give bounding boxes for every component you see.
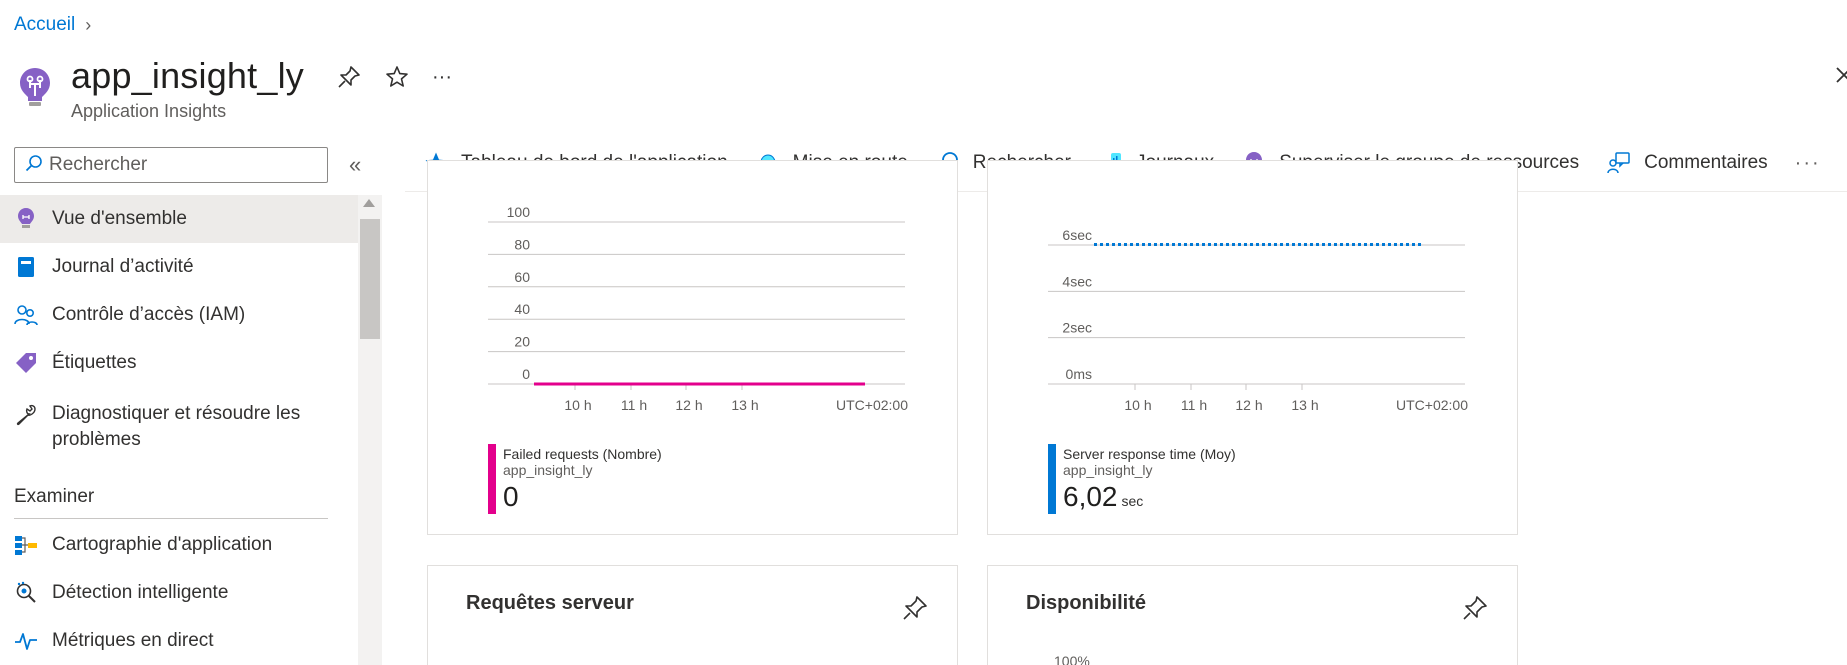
timezone-label: UTC+02:00	[836, 397, 908, 413]
chevron-right-icon: ›	[85, 14, 92, 35]
scroll-thumb[interactable]	[360, 219, 380, 339]
search-input[interactable]	[49, 154, 319, 176]
x-tick-label: 13 h	[1291, 397, 1318, 413]
tag-icon	[14, 351, 38, 375]
pin-icon[interactable]	[1461, 594, 1489, 622]
breadcrumb: Accueil ›	[14, 14, 91, 36]
legend-color-bar	[488, 444, 496, 514]
legend-color-bar	[1048, 444, 1056, 514]
breadcrumb-home-link[interactable]: Accueil	[14, 14, 75, 36]
nav-item-iam[interactable]: Contrôle d’accès (IAM)	[0, 291, 358, 339]
legend-metric-name: Server response time (Moy)	[1063, 446, 1236, 462]
more-options-icon[interactable]: ···	[432, 64, 458, 90]
resource-menu-examine: Cartographie d'application Détection int…	[0, 521, 358, 665]
legend-unit: sec	[1121, 493, 1144, 509]
y-tick-label: 20	[514, 334, 530, 350]
x-tick-label: 13 h	[731, 397, 758, 413]
x-tick-label: 11 h	[1181, 397, 1207, 413]
y-tick-label: 40	[514, 301, 530, 317]
card-title: Disponibilité	[1026, 592, 1146, 614]
nav-item-label: Contrôle d’accès (IAM)	[52, 304, 246, 325]
y-tick-label: 60	[514, 269, 530, 285]
nav-section-examine: Examiner	[14, 486, 95, 507]
pin-icon[interactable]	[901, 594, 929, 622]
pin-icon[interactable]	[336, 64, 362, 90]
y-tick-label: 4sec	[1062, 273, 1092, 289]
x-tick-label: 11 h	[621, 397, 647, 413]
legend-resource: app_insight_ly	[503, 462, 593, 478]
page-title: app_insight_ly	[71, 55, 304, 96]
star-icon[interactable]	[384, 64, 410, 90]
people-icon	[14, 303, 38, 327]
y-tick-label: 0	[522, 366, 530, 382]
more-commands-button[interactable]: ···	[1795, 152, 1821, 175]
x-tick-label: 10 h	[1124, 397, 1151, 413]
x-tick-label: 12 h	[675, 397, 702, 413]
pulse-icon	[14, 629, 38, 653]
page-subtitle: Application Insights	[71, 101, 227, 121]
nav-item-activity-log[interactable]: Journal d’activité	[0, 243, 358, 291]
nav-item-tags[interactable]: Étiquettes	[0, 339, 358, 387]
menu-scrollbar[interactable]	[358, 195, 382, 665]
nav-item-label: Journal d’activité	[52, 256, 194, 277]
availability-card[interactable]: Disponibilité 100%	[987, 565, 1518, 665]
x-tick-label: 10 h	[564, 397, 591, 413]
app-insights-icon	[18, 66, 52, 110]
lightbulb-icon	[14, 207, 38, 231]
legend-value: 6,02	[1063, 481, 1118, 512]
legend-value: 0	[503, 481, 519, 512]
smart-detection-icon	[14, 581, 38, 605]
search-icon	[25, 154, 43, 177]
legend-resource: app_insight_ly	[1063, 462, 1153, 478]
server-response-time-card[interactable]: 6sec 4sec 2sec 0ms 10 h 11 h 12 h 13 h UTC+02:00…	[987, 160, 1518, 535]
nav-item-label: Cartographie d'application	[52, 534, 273, 555]
availability-first-tick: 100%	[1054, 653, 1090, 665]
close-icon[interactable]	[1833, 64, 1847, 88]
wrench-icon	[14, 403, 38, 427]
feedback-button[interactable]: Commentaires	[1606, 150, 1768, 176]
nav-item-label: Vue d'ensemble	[52, 208, 187, 229]
timezone-label: UTC+02:00	[1396, 397, 1468, 413]
collapse-menu-icon[interactable]: «	[349, 152, 361, 178]
legend-metric-name: Failed requests (Nombre)	[503, 446, 662, 462]
nav-item-app-map[interactable]: Cartographie d'application	[0, 521, 358, 569]
server-requests-card[interactable]: Requêtes serveur	[427, 565, 958, 665]
y-tick-label: 6sec	[1062, 227, 1092, 243]
y-tick-label: 0ms	[1066, 366, 1092, 382]
card-title: Requêtes serveur	[466, 592, 634, 614]
y-tick-label: 80	[514, 236, 530, 252]
y-tick-label: 100	[507, 204, 531, 220]
log-icon	[14, 255, 38, 279]
resource-menu: Vue d'ensemble Journal d’activité Contrô…	[0, 195, 358, 459]
nav-item-smart-detection[interactable]: Détection intelligente	[0, 569, 358, 617]
failed-requests-card[interactable]: 100 80 60 40 20 0 10 h 11 h 12 h 13 h UTC+02:00 Fa…	[427, 160, 958, 535]
x-tick-label: 12 h	[1235, 397, 1262, 413]
nav-item-live-metrics[interactable]: Métriques en direct	[0, 617, 358, 665]
section-divider	[14, 518, 328, 519]
legend-value-wrap: 6,02 sec	[1063, 481, 1143, 513]
nav-item-overview[interactable]: Vue d'ensemble	[0, 195, 358, 243]
y-tick-label: 2sec	[1062, 320, 1092, 336]
scroll-up-arrow-icon[interactable]	[363, 199, 375, 207]
nav-item-label: Diagnostiquer et résoudre les problèmes	[52, 403, 301, 450]
nav-item-label: Métriques en direct	[52, 630, 214, 651]
resource-menu-search[interactable]	[14, 147, 328, 183]
feedback-label: Commentaires	[1644, 152, 1768, 173]
feedback-icon	[1606, 150, 1632, 176]
nav-item-label: Détection intelligente	[52, 582, 229, 603]
app-map-icon	[14, 533, 38, 557]
nav-item-diagnose[interactable]: Diagnostiquer et résoudre les problèmes	[0, 387, 358, 459]
nav-item-label: Étiquettes	[52, 352, 137, 373]
